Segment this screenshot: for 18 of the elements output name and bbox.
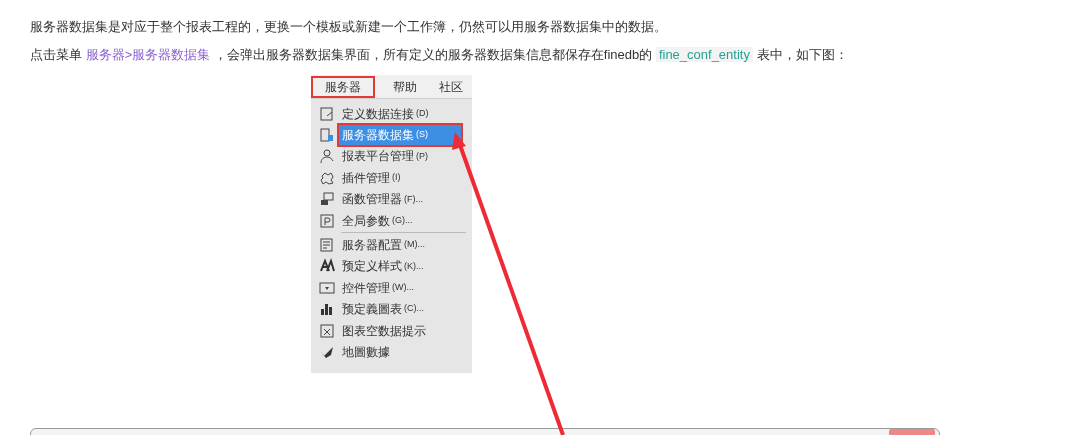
table-name: fine_conf_entity xyxy=(655,47,753,62)
menu-icon xyxy=(319,301,335,318)
menu-icon xyxy=(319,237,335,254)
paragraph: 服务器数据集是对应于整个报表工程的，更换一个模板或新建一个工作簿，仍然可以用服务器数据集中的数据。 xyxy=(30,18,668,36)
menu-bar-item[interactable]: 帮助 xyxy=(389,75,421,98)
menu-bar-item[interactable]: 社区 xyxy=(435,75,467,98)
menu-icon xyxy=(319,127,335,144)
menu-icon xyxy=(319,191,335,208)
menu-link[interactable]: 服务器>服务器数据集 xyxy=(85,47,211,62)
menu-item[interactable]: 图表空数据提示 xyxy=(339,320,461,341)
menu-icon xyxy=(319,212,335,229)
menu-icon xyxy=(319,279,335,296)
menu-icon xyxy=(319,148,335,165)
menu-icon xyxy=(319,105,335,122)
menu-item[interactable]: 地圖數據 xyxy=(339,342,461,362)
paragraph: 点击菜单 服务器>服务器数据集 ，会弹出服务器数据集界面，所有定义的服务器数据集信息都保存在finedb的 fine_conf_entity 表中，如下图： xyxy=(30,46,849,64)
menu-bar-item[interactable]: 服务器 xyxy=(311,75,375,98)
menu-icon xyxy=(319,322,335,339)
